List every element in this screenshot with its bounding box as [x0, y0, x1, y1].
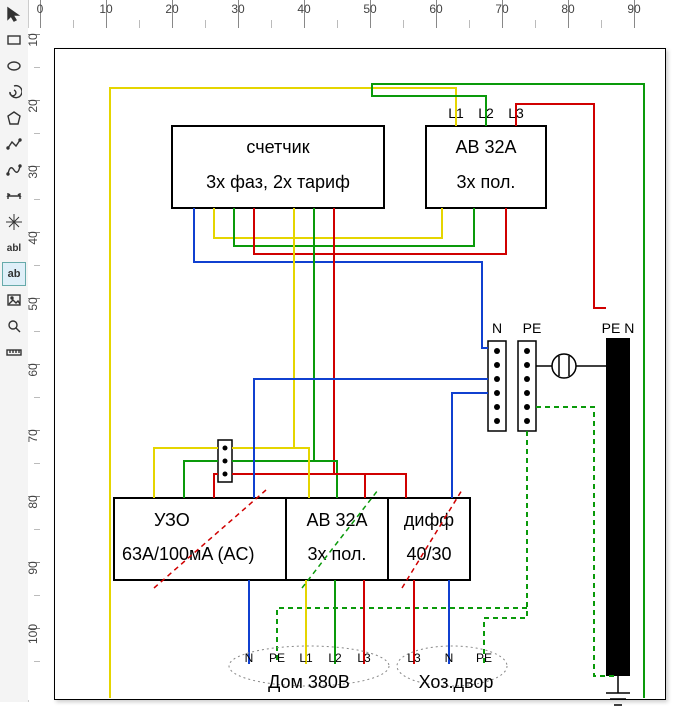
- block-ab: AB 32A 3х пол.: [426, 126, 546, 208]
- svg-text:3х фаз, 2х тариф: 3х фаз, 2х тариф: [206, 172, 350, 192]
- text2-icon[interactable]: ab: [2, 262, 26, 286]
- lbl-b2L3: L3: [407, 651, 421, 665]
- block-meter: счетчик 3х фаз, 2х тариф: [172, 126, 384, 208]
- lbl-bN: N: [245, 651, 254, 665]
- ellipse-icon[interactable]: [2, 54, 26, 78]
- lbl-b2PE: PE: [476, 651, 492, 665]
- wire-uzo-L1: [154, 448, 218, 498]
- terminal-N: [488, 341, 506, 431]
- svg-text:AB 32A: AB 32A: [306, 510, 367, 530]
- svg-text:3х пол.: 3х пол.: [308, 544, 367, 564]
- spiral-icon[interactable]: [2, 80, 26, 104]
- toolbar: abl ab: [0, 0, 29, 702]
- image-icon[interactable]: [2, 288, 26, 312]
- wire-me-L1: [214, 208, 442, 238]
- svg-text:УЗО: УЗО: [154, 510, 190, 530]
- arrow-icon[interactable]: [2, 2, 26, 26]
- wire-dn-L1: [232, 208, 294, 448]
- wire-diff-N: [452, 393, 488, 498]
- label-PEN: PE N: [602, 320, 635, 336]
- svg-text:счетчик: счетчик: [246, 137, 309, 157]
- svg-text:дифф: дифф: [404, 510, 454, 530]
- pen-bar: [606, 338, 630, 676]
- horizontal-ruler: 0102030405060708090: [40, 0, 700, 29]
- wire-me-L3: [254, 208, 506, 254]
- svg-text:40/30: 40/30: [406, 544, 451, 564]
- zoom-icon[interactable]: [2, 314, 26, 338]
- ground-icon: [606, 676, 630, 705]
- label-barn: Хоз.двор: [419, 672, 494, 692]
- block-ab2: AB 32A 3х пол.: [286, 498, 388, 580]
- terminal-small: [218, 440, 232, 482]
- label-N: N: [492, 320, 502, 336]
- text-icon[interactable]: abl: [2, 236, 26, 260]
- svg-text:63A/100мA (AC): 63A/100мA (AC): [122, 544, 254, 564]
- lbl-bL1: L1: [299, 651, 313, 665]
- symbol-coupler: [536, 354, 606, 378]
- block-uzo: УЗО 63A/100мA (AC): [114, 498, 286, 580]
- polyline-icon[interactable]: [2, 132, 26, 156]
- lbl-b2N: N: [445, 651, 454, 665]
- canvas[interactable]: счетчик 3х фаз, 2х тариф AB 32A 3х пол. …: [40, 28, 700, 700]
- wire-ab2-L3: [334, 474, 365, 498]
- schematic-diagram: счетчик 3х фаз, 2х тариф AB 32A 3х пол. …: [54, 48, 694, 718]
- block-diff: дифф 40/30: [388, 498, 470, 580]
- svg-text:3х пол.: 3х пол.: [457, 172, 516, 192]
- wire-dn-L3: [232, 208, 334, 474]
- wire-diff-L3: [365, 474, 406, 498]
- rect-icon[interactable]: [2, 28, 26, 52]
- wire-me-L2: [234, 208, 474, 246]
- lbl-bL3: L3: [357, 651, 371, 665]
- wire-uzo-L2: [184, 461, 218, 498]
- bezier-icon[interactable]: [2, 158, 26, 182]
- wire-me-N: [194, 208, 488, 348]
- terminal-PE: [518, 341, 536, 431]
- wire-PE-main: [536, 407, 618, 676]
- svg-text:AB 32A: AB 32A: [455, 137, 516, 157]
- lbl-bL2: L2: [328, 651, 342, 665]
- measure-icon[interactable]: [2, 340, 26, 364]
- polygon-icon[interactable]: [2, 106, 26, 130]
- wire-PE-barn: [484, 431, 527, 664]
- label-PE: PE: [523, 320, 542, 336]
- label-house: Дом 380В: [268, 672, 350, 692]
- dimension-icon[interactable]: [2, 184, 26, 208]
- lbl-bPE: PE: [269, 651, 285, 665]
- star-icon[interactable]: [2, 210, 26, 234]
